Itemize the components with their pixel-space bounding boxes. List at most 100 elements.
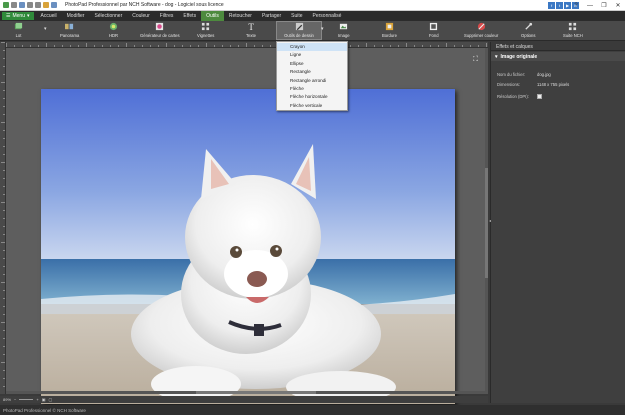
ruler-tick: [422, 45, 423, 47]
menu-item-crayon[interactable]: Crayon: [277, 43, 347, 52]
border-button[interactable]: Bordure: [382, 22, 397, 38]
print-icon[interactable]: [51, 2, 57, 8]
minimize-button[interactable]: —: [583, 0, 597, 11]
tab-effets[interactable]: Effets: [178, 11, 201, 21]
menu-item-rectangle-arrondi[interactable]: Rectangle arrondi: [277, 77, 347, 85]
menu-item-rectangle[interactable]: Rectangle: [277, 68, 347, 76]
title-bar: PhotoPad Professionnel par NCH Software …: [0, 0, 625, 11]
save-icon[interactable]: [19, 2, 25, 8]
menu-item-fleche[interactable]: Flèche: [277, 85, 347, 93]
drawing-tools-button[interactable]: Outils de dessin: [276, 21, 322, 40]
window-title: PhotoPad Professionnel par NCH Software …: [65, 2, 224, 8]
zoom-out-button[interactable]: −: [14, 397, 16, 402]
horizontal-scroll-thumb[interactable]: [196, 391, 316, 394]
twitter-icon[interactable]: t: [556, 2, 563, 9]
panel-splitter-handle[interactable]: ◂: [489, 218, 491, 223]
ruler-tick: [238, 45, 239, 47]
horizontal-scrollbar[interactable]: [6, 391, 488, 394]
ruler-tick: [126, 43, 127, 47]
dimensions-value: 1148 x 755 pixels: [537, 82, 570, 87]
ruler-tick: [3, 66, 5, 67]
ruler-tick: [94, 45, 95, 47]
menu-item-ligne[interactable]: Ligne: [277, 51, 347, 59]
ruler-tick: [3, 170, 5, 171]
drawing-tools-dropdown-icon[interactable]: ▾: [321, 26, 324, 32]
ruler-tick: [110, 45, 111, 47]
ribbon-tabs: ☰ Menu ▾ Accueil Modifier Sélectionner C…: [0, 11, 625, 21]
zoom-slider[interactable]: [19, 399, 34, 400]
menu-item-fleche-horizontale[interactable]: Flèche horizontale: [277, 93, 347, 101]
zoom-in-button[interactable]: +: [36, 397, 38, 402]
dog-image: [41, 89, 455, 404]
fullscreen-icon[interactable]: ⛶: [473, 56, 478, 64]
text-button[interactable]: T Texte: [246, 22, 256, 38]
ruler-tick: [350, 45, 351, 47]
ruler-tick: [3, 98, 5, 99]
ruler-tick: [150, 45, 151, 47]
actual-size-icon[interactable]: ▢: [48, 397, 52, 402]
tab-partager[interactable]: Partager: [257, 11, 286, 21]
hdr-button[interactable]: HDR: [109, 22, 118, 38]
close-button[interactable]: ✕: [611, 0, 625, 11]
ruler-tick: [3, 234, 5, 235]
ruler-tick: [3, 290, 5, 291]
vertical-scroll-thumb[interactable]: [485, 168, 488, 278]
tab-accueil[interactable]: Accueil: [36, 11, 62, 21]
menu-button-label: Menu: [12, 13, 25, 19]
ruler-tick: [478, 45, 479, 47]
help-button[interactable]: ?: [569, 0, 583, 11]
resolution-checkbox[interactable]: [537, 94, 542, 100]
tab-couleur[interactable]: Couleur: [127, 11, 155, 21]
nch-suite-button[interactable]: Suite NCH: [563, 22, 583, 38]
drawing-tools-label: Outils de dessin: [284, 33, 314, 38]
menu-item-fleche-verticale[interactable]: Flèche verticale: [277, 102, 347, 110]
ruler-tick: [142, 45, 143, 47]
facebook-icon[interactable]: f: [548, 2, 555, 9]
ruler-tick: [1, 122, 5, 123]
ruler-tick: [102, 45, 103, 47]
thumbnails-button[interactable]: Vignettes: [197, 22, 214, 38]
tab-selectionner[interactable]: Sélectionner: [89, 11, 127, 21]
tab-filtres[interactable]: Filtres: [155, 11, 179, 21]
ruler-tick: [3, 50, 5, 51]
image-button[interactable]: Image: [338, 22, 350, 38]
ruler-tick: [438, 45, 439, 47]
card-generator-button[interactable]: Générateur de cartes: [140, 22, 180, 38]
original-image-section[interactable]: ▾ Image originale: [491, 52, 625, 61]
ruler-tick: [1, 82, 5, 83]
ruler-tick: [454, 45, 455, 47]
remove-color-button[interactable]: Supprimer couleur: [464, 22, 498, 38]
ruler-tick: [3, 218, 5, 219]
tab-personnalise[interactable]: Personnalisé: [308, 11, 347, 21]
fit-icon[interactable]: ▣: [42, 397, 46, 402]
lot-button[interactable]: Lot: [14, 22, 23, 38]
photo-dog[interactable]: [41, 89, 455, 404]
open-icon[interactable]: [43, 2, 49, 8]
collapse-icon[interactable]: ▾: [495, 54, 498, 60]
lot-dropdown-icon[interactable]: ▾: [44, 26, 47, 32]
vertical-scrollbar[interactable]: [485, 48, 488, 391]
border-icon: [385, 22, 394, 31]
undo-icon[interactable]: [27, 2, 33, 8]
background-button[interactable]: Fond: [429, 22, 439, 38]
menu-button[interactable]: ☰ Menu ▾: [2, 12, 34, 20]
ruler-tick: [22, 45, 23, 47]
tab-outils[interactable]: Outils: [201, 11, 224, 21]
status-bar: PhotoPad Professionnel © NCH Software: [0, 405, 625, 415]
text-icon: T: [248, 22, 254, 31]
redo-icon[interactable]: [35, 2, 41, 8]
ruler-tick: [486, 43, 487, 47]
tab-suite[interactable]: Suite: [286, 11, 307, 21]
new-icon[interactable]: [11, 2, 17, 8]
options-label: Options: [521, 33, 536, 38]
tab-modifier[interactable]: Modifier: [62, 11, 90, 21]
ruler-tick: [374, 45, 375, 47]
maximize-button[interactable]: ❐: [597, 0, 611, 11]
ruler-tick: [1, 202, 5, 203]
menu-item-ellipse[interactable]: Ellipse: [277, 60, 347, 68]
tab-retoucher[interactable]: Retoucher: [224, 11, 257, 21]
canvas-area[interactable]: ⛶: [0, 42, 488, 404]
ruler-tick: [3, 346, 5, 347]
options-button[interactable]: Options: [521, 22, 535, 38]
panorama-button[interactable]: Panorama: [60, 22, 79, 38]
